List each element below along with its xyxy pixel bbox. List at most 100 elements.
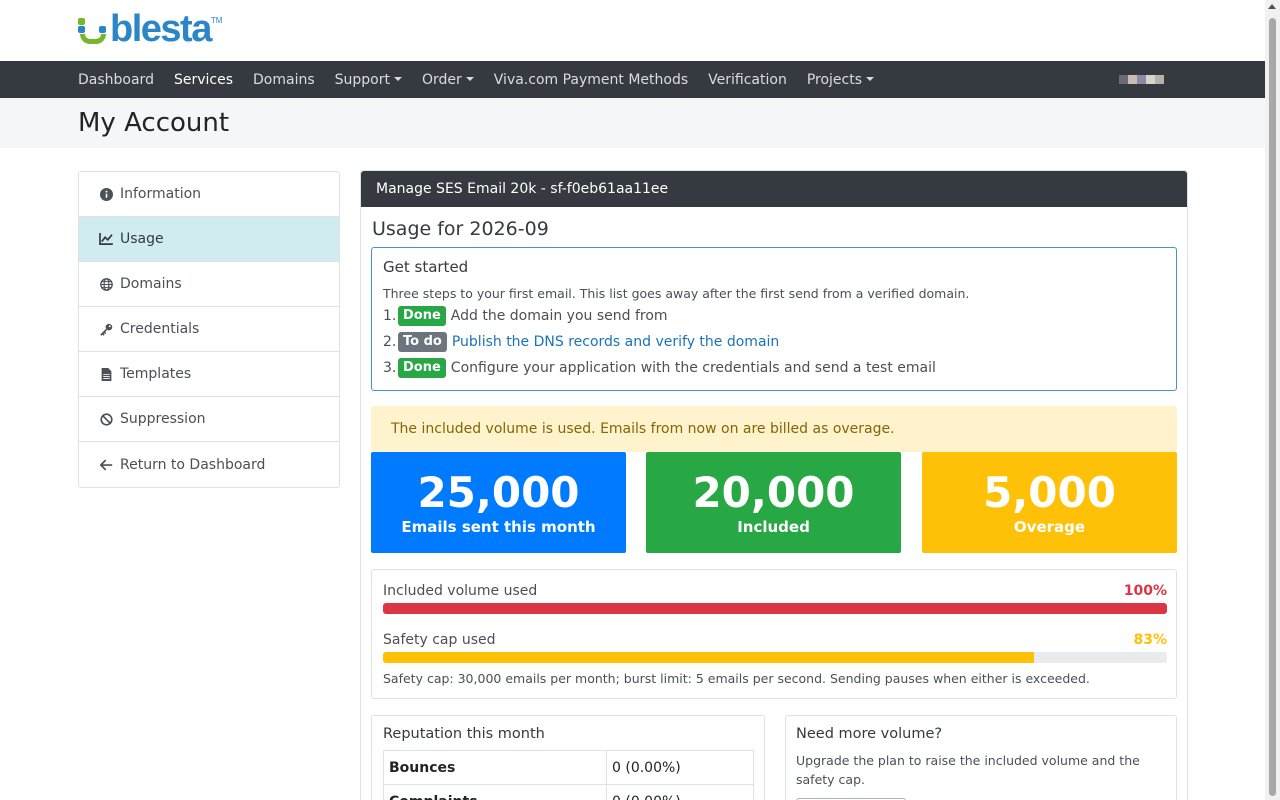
step-text: Configure your application with the cred…: [450, 360, 936, 376]
globe-icon: [99, 277, 113, 291]
step-status-badge: Done: [398, 358, 446, 378]
sidebar-item-usage[interactable]: Usage: [79, 217, 339, 262]
more-volume-box: Need more volume? Upgrade the plan to ra…: [785, 715, 1177, 800]
scroll-thumb[interactable]: [1269, 18, 1276, 796]
sidebar-item-return-to-dashboard[interactable]: Return to Dashboard: [79, 442, 339, 487]
arrow-left-icon: [99, 458, 113, 472]
stat-card: 20,000 Included: [646, 452, 901, 553]
logo-mark-icon: [78, 12, 108, 46]
page-title: My Account: [78, 108, 230, 138]
metric-name: Complaints: [383, 784, 607, 800]
ban-icon: [99, 412, 113, 426]
progress-track: [383, 603, 1167, 614]
get-started-step: 2. To do Publish the DNS records and verif…: [383, 329, 1165, 355]
sidebar-item-credentials[interactable]: Credentials: [79, 307, 339, 352]
sidebar-item-label: Information: [120, 186, 202, 202]
progress-track: [383, 652, 1167, 663]
bar-percent: 100%: [1123, 583, 1167, 599]
get-started-step: 1. Done Add the domain you send from: [383, 303, 1165, 329]
get-started-box: Get started Three steps to your first em…: [371, 247, 1177, 391]
step-status-badge: Done: [398, 306, 446, 326]
sidebar-item-information[interactable]: Information: [79, 172, 339, 217]
sidebar-item-label: Suppression: [120, 411, 206, 427]
sidebar-item-templates[interactable]: Templates: [79, 352, 339, 397]
key-icon: [99, 322, 113, 336]
reputation-title: Reputation this month: [383, 726, 545, 742]
stat-label: Emails sent this month: [401, 518, 596, 536]
step-text: Add the domain you send from: [450, 308, 668, 324]
nav-item-support[interactable]: Support: [335, 72, 402, 88]
nav-item-label: Verification: [708, 71, 787, 88]
nav-item-label: Services: [173, 71, 234, 88]
nav-items: Dashboard Services Domains Support Order Viva…: [78, 61, 894, 98]
bar-label: Included volume used: [383, 583, 538, 599]
bar-percent: 83%: [1133, 632, 1167, 648]
stat-value: 5,000: [983, 468, 1116, 517]
user-avatar[interactable]: [1119, 75, 1164, 84]
scroll-up-icon[interactable]: [1268, 4, 1276, 9]
progress-fill: [383, 652, 1034, 663]
logo-text: blesta: [110, 8, 212, 50]
chart-icon: [99, 232, 113, 246]
get-started-intro: Three steps to your first email. This li…: [383, 286, 970, 301]
sidebar-item-domains[interactable]: Domains: [79, 262, 339, 307]
nav-item-projects[interactable]: Projects: [806, 71, 875, 88]
step-number: 2.: [383, 334, 397, 350]
usage-title: Usage for 2026-09: [372, 218, 549, 240]
blesta-logo[interactable]: blesta TM: [78, 8, 223, 50]
stat-label: Included: [737, 518, 810, 536]
table-row: Complaints0 (0.00%): [383, 784, 754, 800]
metric-name: Bounces: [383, 750, 607, 785]
sidebar-item-label: Domains: [120, 276, 182, 292]
step-number: 3.: [383, 360, 397, 376]
stat-card: 5,000 Overage: [922, 452, 1177, 553]
sidebar-item-label: Templates: [120, 366, 192, 382]
metric-value: 0 (0.00%): [606, 750, 754, 785]
get-started-steps: 1. Done Add the domain you send from 2. To d…: [383, 303, 1165, 381]
usage-note: Safety cap: 30,000 emails per month; bur…: [383, 671, 1090, 686]
caret-down-icon: [393, 76, 402, 81]
title-bar: My Account: [0, 98, 1280, 148]
main-navbar: Dashboard Services Domains Support Order Viva…: [0, 61, 1280, 98]
file-icon: [99, 367, 113, 381]
stat-value: 20,000: [692, 468, 855, 517]
nav-item-label: Dashboard: [78, 71, 154, 88]
more-volume-title: Need more volume?: [796, 726, 943, 742]
account-sidebar: Information Usage Domains Credentials Templa…: [78, 171, 340, 488]
nav-item-verification[interactable]: Verification: [708, 72, 787, 88]
panel-heading: Manage SES Email 20k - sf-f0eb61aa11ee: [361, 171, 1187, 207]
caret-down-icon: [866, 76, 875, 81]
sidebar-item-label: Credentials: [120, 321, 200, 337]
nav-item-services[interactable]: Services: [174, 72, 233, 88]
nav-item-label: Projects: [806, 71, 863, 88]
reputation-table: Bounces0 (0.00%)Complaints0 (0.00%): [383, 750, 754, 800]
nav-item-viva-com-payment-methods[interactable]: Viva.com Payment Methods: [494, 72, 688, 88]
get-started-step: 3. Done Configure your application with th…: [383, 355, 1165, 381]
usage-bar-row: Safety cap used 83%: [383, 632, 1167, 666]
stat-card: 25,000 Emails sent this month: [371, 452, 626, 553]
step-number: 1.: [383, 308, 397, 324]
stat-value: 25,000: [417, 468, 580, 517]
nav-item-dashboard[interactable]: Dashboard: [78, 72, 154, 88]
info-icon: [99, 187, 113, 201]
step-link[interactable]: Publish the DNS records and verify the d…: [452, 334, 779, 350]
usage-bars-box: Included volume used 100% Safety cap used 8…: [371, 569, 1177, 699]
overage-alert: The included volume is used. Emails from…: [371, 406, 1177, 452]
nav-item-domains[interactable]: Domains: [253, 72, 315, 88]
usage-bar-row: Included volume used 100%: [383, 583, 1167, 617]
logo-trademark: TM: [210, 16, 223, 25]
sidebar-item-suppression[interactable]: Suppression: [79, 397, 339, 442]
table-row: Bounces 0 (0.00%): [383, 750, 754, 785]
nav-item-label: Order: [421, 71, 462, 88]
sidebar-item-label: Usage: [120, 231, 164, 247]
page-scrollbar[interactable]: [1265, 0, 1280, 800]
nav-item-label: Support: [334, 71, 390, 88]
progress-fill: [383, 603, 1167, 614]
nav-item-order[interactable]: Order: [422, 72, 474, 88]
bar-label: Safety cap used: [383, 632, 496, 648]
caret-down-icon: [465, 76, 474, 81]
more-volume-text: Upgrade the plan to raise the included v…: [796, 753, 1140, 787]
stat-label: Overage: [1013, 518, 1086, 536]
reputation-box: Reputation this month Bounces0 (0.00%)Co…: [371, 715, 765, 800]
logo-bar: blesta TM: [0, 0, 1280, 61]
